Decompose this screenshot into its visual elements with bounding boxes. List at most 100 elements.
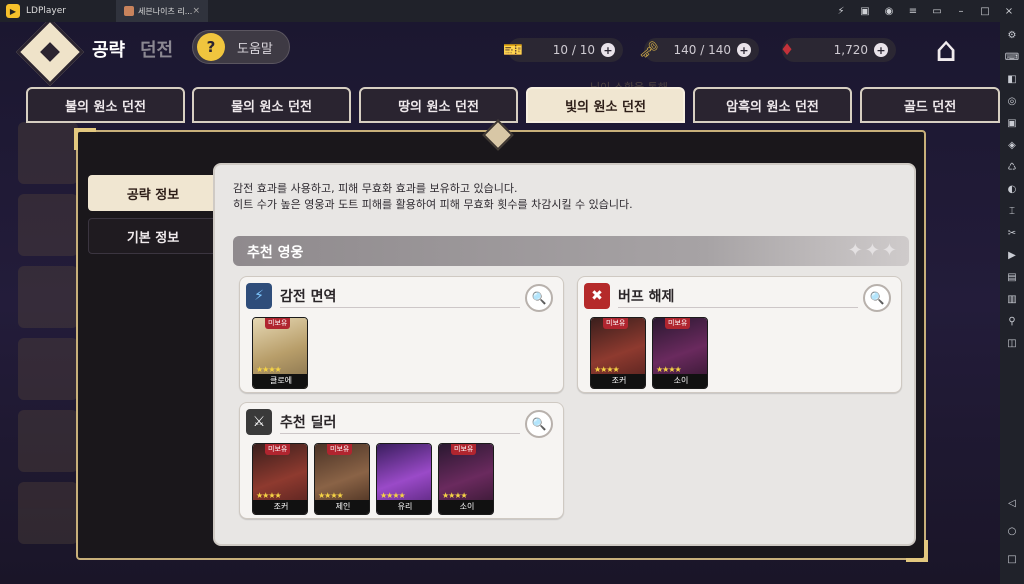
ruby-icon: ♦: [779, 39, 795, 59]
cut-icon[interactable]: ✂: [1005, 226, 1019, 240]
hero-card[interactable]: ★★★★ 유리: [376, 443, 432, 515]
hero-stars: ★★★★: [594, 365, 620, 374]
recommended-heroes-title: 추천 영웅: [247, 245, 304, 261]
dungeon-tabs: 불의 원소 던전 물의 원소 던전 땅의 원소 던전 빛의 원소 던전 암흑의 …: [24, 87, 1000, 124]
hero-card[interactable]: 미보유 ★★★★ 소이: [652, 317, 708, 389]
hero-card[interactable]: 미보유 ★★★★ 조커: [590, 317, 646, 389]
home-icon[interactable]: ⌂: [922, 28, 970, 72]
tab-basic-info[interactable]: 기본 정보: [88, 218, 218, 254]
hero-search-button[interactable]: 🔍: [863, 284, 891, 312]
help-label: 도움말: [237, 41, 273, 57]
minimize-icon[interactable]: –: [954, 6, 968, 17]
hero-card[interactable]: 미보유 ★★★★ 클로에: [252, 317, 308, 389]
recommended-heroes-bar: 추천 영웅 ✦✦✦: [233, 236, 909, 266]
background-decoration: [18, 122, 78, 582]
key-plus-button[interactable]: +: [737, 43, 751, 57]
question-icon: ?: [197, 33, 225, 61]
volume-icon[interactable]: ◐: [1005, 182, 1019, 196]
android-nav: ◁ ○ □: [1005, 496, 1019, 566]
decorative-stars-icon: ✦✦✦: [847, 240, 899, 261]
install-icon[interactable]: ▥: [1005, 292, 1019, 306]
keyboard-icon[interactable]: ⌨: [1005, 50, 1019, 64]
window-controls: ⚡ ▣ ◉ ≡ ▭ – □ ×: [834, 0, 1016, 22]
apk-icon[interactable]: ⌶: [1005, 204, 1019, 218]
record-icon[interactable]: ◎: [1005, 94, 1019, 108]
menu-icon[interactable]: ≡: [906, 6, 920, 17]
app-name: LDPlayer: [26, 6, 66, 16]
tab-game[interactable]: 세븐나이츠 리... ×: [116, 0, 208, 22]
video-icon[interactable]: ▶: [1005, 248, 1019, 262]
maximize-icon[interactable]: □: [978, 6, 992, 17]
description-line-1: 감전 효과를 사용하고, 피해 무효화 효과를 보유하고 있습니다.: [233, 182, 518, 195]
screenshot-icon[interactable]: ▣: [1005, 116, 1019, 130]
hero-card[interactable]: 미보유 ★★★★ 제인: [314, 443, 370, 515]
page-subtitle: 던전: [140, 40, 174, 61]
hero-name: 유리: [377, 500, 431, 514]
ticket-count: 10 / 10: [552, 43, 595, 57]
hero-card[interactable]: 미보유 ★★★★ 조커: [252, 443, 308, 515]
hero-name: 클로에: [253, 374, 307, 388]
dungeon-description: 감전 효과를 사용하고, 피해 무효화 효과를 보유하고 있습니다. 히트 수가…: [233, 181, 633, 213]
tab-title: 세븐나이츠 리...: [138, 6, 193, 16]
group-title: 추천 딜러: [280, 415, 337, 431]
window-mode-icon[interactable]: ▭: [930, 6, 944, 17]
tab-strategy-info[interactable]: 공략 정보: [88, 175, 218, 211]
ticket-icon: 🎫: [503, 39, 523, 59]
page-title: 공략: [92, 40, 126, 61]
hero-name: 소이: [653, 374, 707, 388]
group-shock-immunity: ⚡ 감전 면역 🔍 미보유 ★★★★ 클로에: [239, 276, 564, 393]
ruby-plus-button[interactable]: +: [874, 43, 888, 57]
gps-icon[interactable]: ⚲: [1005, 314, 1019, 328]
buff-removal-icon: ✖: [584, 283, 610, 309]
hero-stars: ★★★★: [256, 365, 282, 374]
emulator-titlebar: ▶ LDPlayer 세븐나이츠 리... × ⚡ ▣ ◉ ≡ ▭ – □ ×: [0, 0, 1024, 22]
hero-stars: ★★★★: [318, 491, 344, 500]
gift-icon[interactable]: ▣: [858, 6, 872, 17]
back-icon[interactable]: ◁: [1005, 496, 1019, 510]
hero-stars: ★★★★: [442, 491, 468, 500]
hero-name: 조커: [591, 374, 645, 388]
group-title: 감전 면역: [280, 289, 337, 305]
close-icon[interactable]: ×: [1002, 6, 1016, 17]
recent-apps-icon[interactable]: □: [1005, 552, 1019, 566]
not-owned-badge: 미보유: [265, 318, 291, 329]
tab-earth-dungeon[interactable]: 땅의 원소 던전: [359, 87, 518, 123]
home-nav-icon[interactable]: ○: [1005, 524, 1019, 538]
boost-icon[interactable]: ⚡: [834, 6, 848, 17]
tab-light-dungeon[interactable]: 빛의 원소 던전: [526, 87, 685, 123]
key-count: 140 / 140: [673, 43, 731, 57]
tab-fire-dungeon[interactable]: 불의 원소 던전: [26, 87, 185, 123]
hero-stars: ★★★★: [380, 491, 406, 500]
ruby-resource: ♦ 1,720 +: [780, 38, 896, 62]
ticket-plus-button[interactable]: +: [601, 43, 615, 57]
not-owned-badge: 미보유: [327, 444, 353, 455]
group-divider: [280, 307, 520, 308]
settings-icon[interactable]: ⚙: [1005, 28, 1019, 42]
account-icon[interactable]: ◉: [882, 6, 896, 17]
hero-card[interactable]: 미보유 ★★★★ 소이: [438, 443, 494, 515]
menu-diamond-icon[interactable]: [16, 22, 84, 86]
screen-icon[interactable]: ◧: [1005, 72, 1019, 86]
key-resource: 🗝 140 / 140 +: [639, 38, 759, 62]
hero-search-button[interactable]: 🔍: [525, 284, 553, 312]
crossed-swords-icon: ⚔: [246, 409, 272, 435]
multi-instance-icon[interactable]: ◫: [1005, 336, 1019, 350]
tab-dark-dungeon[interactable]: 암흑의 원소 던전: [693, 87, 852, 123]
hero-stars: ★★★★: [256, 491, 282, 500]
description-line-2: 히트 수가 높은 영웅과 도트 피해를 활용하여 피해 무효화 횟수를 차감시킬…: [233, 198, 633, 211]
emulator-sidebar: ⚙ ⌨ ◧ ◎ ▣ ◈ ♺ ◐ ⌶ ✂ ▶ ▤ ▥ ⚲ ◫ ◁ ○ □: [1000, 22, 1024, 584]
hero-stars: ★★★★: [656, 365, 682, 374]
ldplayer-logo-icon: ▶: [6, 4, 20, 18]
help-button[interactable]: ? 도움말: [192, 30, 290, 64]
rotate-icon[interactable]: ♺: [1005, 160, 1019, 174]
tab-gold-dungeon[interactable]: 골드 던전: [860, 87, 1000, 123]
tab-water-dungeon[interactable]: 물의 원소 던전: [192, 87, 351, 123]
strategy-content: 감전 효과를 사용하고, 피해 무효화 효과를 보유하고 있습니다. 히트 수가…: [213, 163, 916, 546]
hero-name: 제인: [315, 500, 369, 514]
shake-icon[interactable]: ◈: [1005, 138, 1019, 152]
folder-icon[interactable]: ▤: [1005, 270, 1019, 284]
not-owned-badge: 미보유: [451, 444, 477, 455]
tab-close-icon[interactable]: ×: [192, 6, 200, 16]
hero-search-button[interactable]: 🔍: [525, 410, 553, 438]
group-title: 버프 해제: [618, 289, 675, 305]
